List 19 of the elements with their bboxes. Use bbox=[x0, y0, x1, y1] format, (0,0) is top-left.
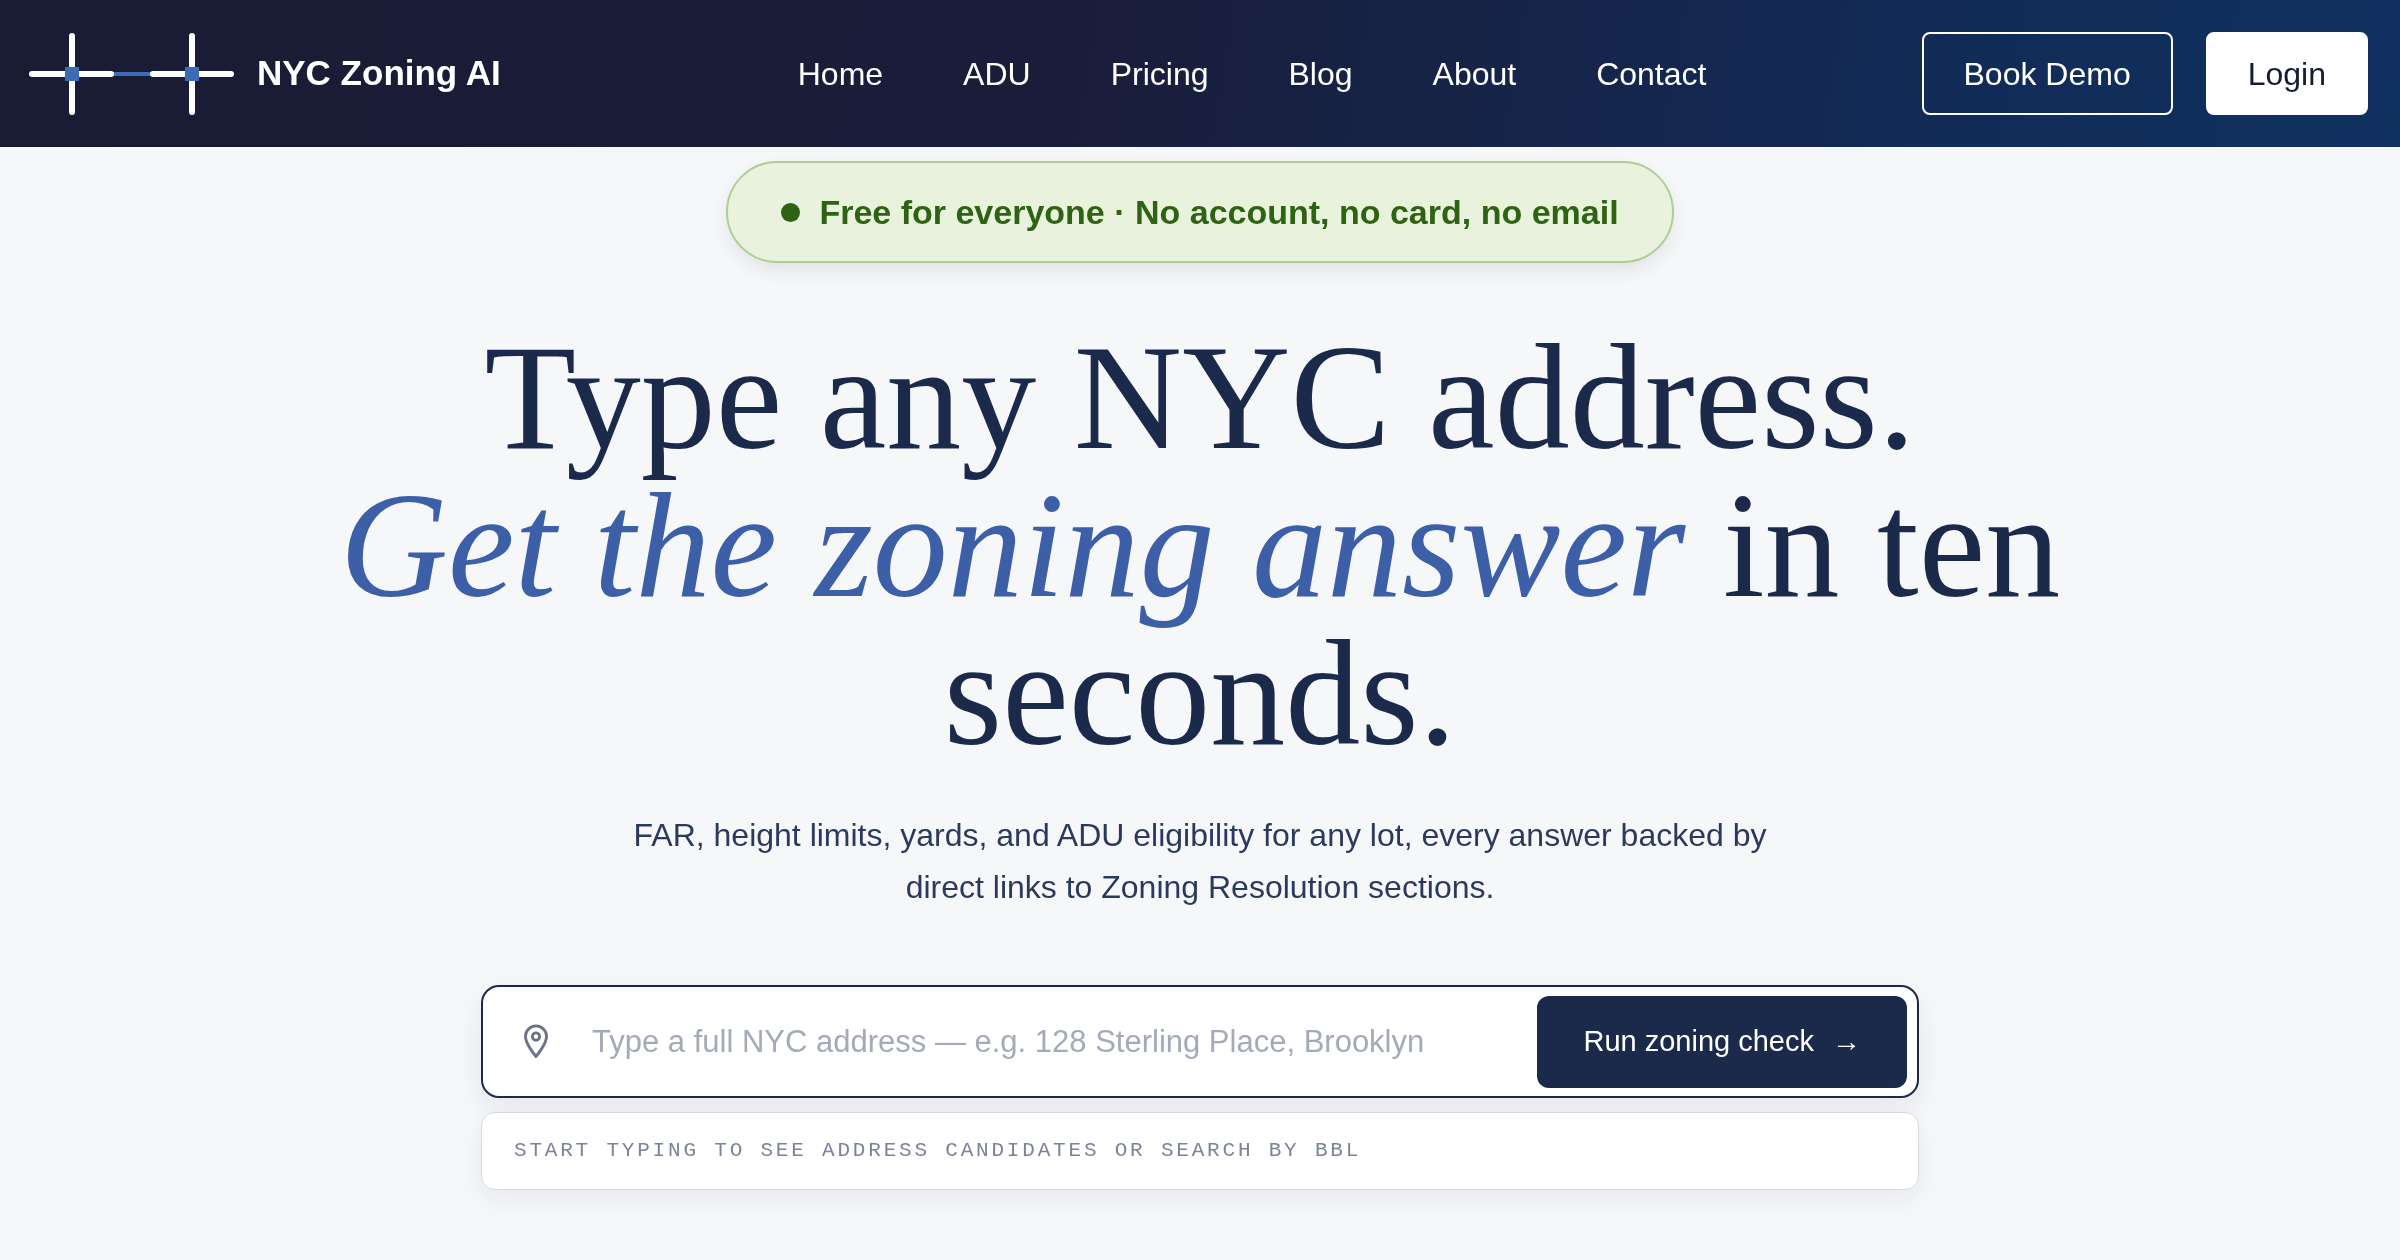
address-search-field[interactable]: Type a full NYC address — e.g. 128 Sterling Place, Brooklyn Run zoning check → bbox=[481, 985, 1919, 1098]
nav-link[interactable]: ADU bbox=[963, 49, 1031, 98]
address-input[interactable]: Type a full NYC address — e.g. 128 Sterling Place, Brooklyn bbox=[592, 1016, 1518, 1067]
nav-link[interactable]: About bbox=[1432, 49, 1517, 98]
login-button[interactable]: Login bbox=[2205, 32, 2368, 115]
map-pin-icon bbox=[523, 1024, 549, 1059]
status-dot-icon bbox=[781, 202, 801, 222]
hint-text: START TYPING TO SEE ADDRESS CANDIDATES OR SEARCH BY BBL bbox=[514, 1138, 1362, 1165]
hero-subtitle: FAR, height limits, yards, and ADU eligibility for any lot, every answer backed by direct links to Zoning Resolution sections. bbox=[632, 816, 1768, 907]
nav-link[interactable]: Home bbox=[797, 49, 884, 98]
run-check-button[interactable]: Run zoning check → bbox=[1537, 995, 1907, 1088]
book-demo-button[interactable]: Book Demo bbox=[1921, 32, 2173, 115]
nav-link[interactable]: Blog bbox=[1288, 49, 1353, 98]
logo-icon bbox=[29, 32, 234, 115]
nav-link[interactable]: Contact bbox=[1596, 49, 1707, 98]
announcement-text: Free for everyone · No account, no card, no email bbox=[819, 191, 1619, 233]
nav-link[interactable]: Pricing bbox=[1110, 49, 1209, 98]
brand-name: NYC Zoning AI bbox=[257, 52, 501, 95]
hero-headline: Type any NYC address. Get the zoning answer in ten seconds. bbox=[338, 323, 2062, 767]
